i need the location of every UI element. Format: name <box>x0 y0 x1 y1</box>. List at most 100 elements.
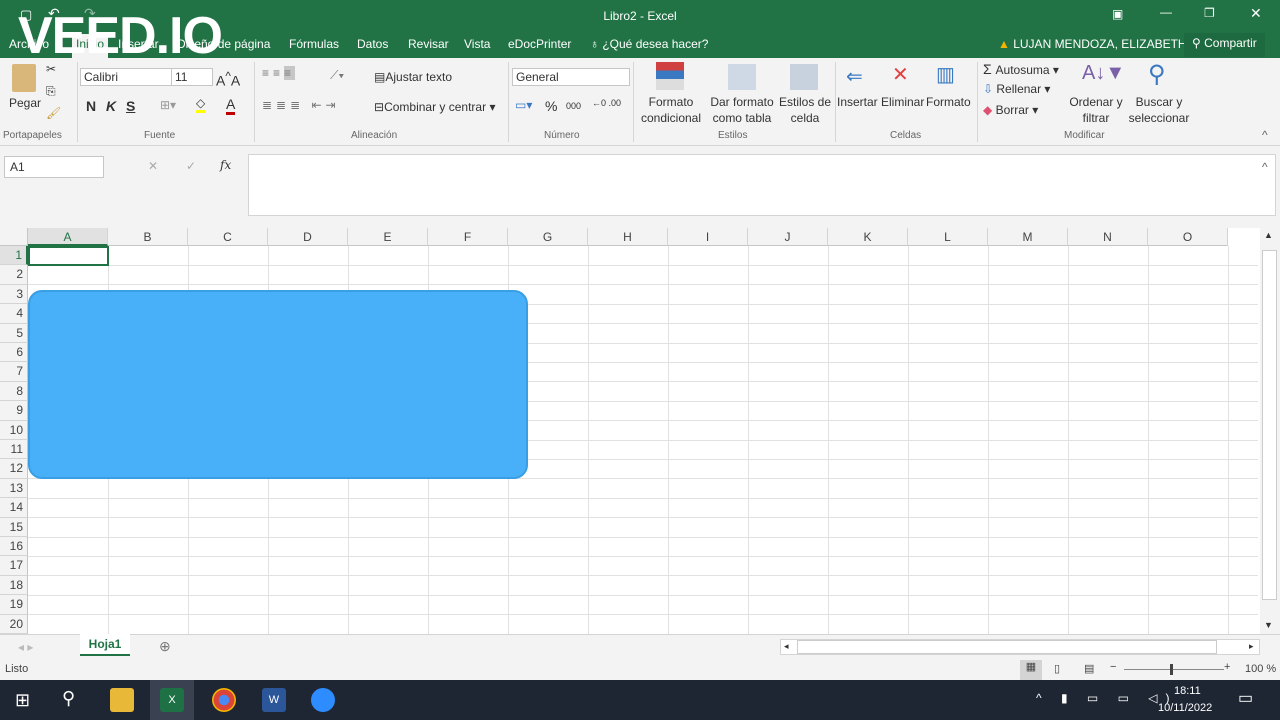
row-header[interactable]: 16 <box>0 537 28 557</box>
column-header[interactable]: O <box>1148 228 1228 246</box>
zoom-slider-thumb[interactable] <box>1170 664 1173 675</box>
conditional-format-button[interactable]: Formato condicional <box>636 94 706 126</box>
copy-icon[interactable]: ⎘ <box>46 84 56 99</box>
row-header[interactable]: 19 <box>0 595 28 615</box>
row-header[interactable]: 1 <box>0 246 28 266</box>
page-layout-icon[interactable]: ▯ <box>1054 662 1060 675</box>
cut-icon[interactable]: ✂ <box>46 62 56 76</box>
bold-button[interactable]: N <box>86 98 96 114</box>
number-format-select[interactable]: General <box>512 68 630 86</box>
maximize-button[interactable]: ❐ <box>1204 6 1215 20</box>
clock-time[interactable]: 18:11 <box>1174 685 1201 697</box>
sheet-tab-hoja1[interactable]: Hoja1 <box>80 634 130 656</box>
grow-font-icon[interactable]: A^A <box>216 70 240 89</box>
autosum-button[interactable]: Σ Autosuma ▾ <box>983 61 1059 77</box>
add-sheet-icon[interactable]: ⊕ <box>159 638 171 655</box>
file-explorer-icon[interactable] <box>110 688 134 712</box>
column-header[interactable]: L <box>908 228 988 246</box>
scroll-left-icon[interactable]: ◂ <box>784 641 789 652</box>
clear-button[interactable]: ◆ Borrar ▾ <box>983 103 1038 117</box>
tab-revisar[interactable]: Revisar <box>408 37 449 51</box>
row-header[interactable]: 17 <box>0 556 28 576</box>
column-header[interactable]: A <box>28 228 108 246</box>
fill-color-icon[interactable]: ◇ <box>196 96 206 113</box>
orientation-icon[interactable]: ⟋▾ <box>330 68 344 83</box>
format-button[interactable]: Formato <box>926 94 971 110</box>
cell-styles-button[interactable]: Estilos de celda <box>777 94 833 126</box>
collapse-ribbon-icon[interactable]: ^ <box>1262 128 1268 142</box>
windows-start-icon[interactable]: ⊞ <box>15 690 30 711</box>
horizontal-align-icons[interactable]: ≣≣≣ ⇤⇥ <box>262 98 340 112</box>
page-break-icon[interactable]: ▤ <box>1084 662 1094 675</box>
row-header[interactable]: 15 <box>0 517 28 537</box>
active-cell-a1[interactable] <box>28 246 109 266</box>
decimal-icons[interactable]: ←0 .00 <box>592 98 621 108</box>
scroll-thumb[interactable] <box>1262 250 1277 600</box>
tab-edocprinter[interactable]: eDocPrinter <box>508 37 571 51</box>
cancel-icon[interactable]: ✕ <box>148 159 158 173</box>
currency-icon[interactable]: ▭▾ <box>515 98 532 112</box>
row-header[interactable]: 9 <box>0 401 28 421</box>
notifications-icon[interactable]: ▭ <box>1238 688 1253 708</box>
zoom-out-button[interactable]: − <box>1110 661 1116 673</box>
sheet-nav-arrows[interactable]: ◂ ▸ <box>18 640 33 654</box>
scroll-down-icon[interactable]: ▼ <box>1264 620 1273 630</box>
format-as-table-button[interactable]: Dar formato como tabla <box>706 94 778 126</box>
wrap-text-button[interactable]: ▤Ajustar texto <box>374 70 452 84</box>
column-header[interactable]: F <box>428 228 508 246</box>
tab-formulas[interactable]: Fórmulas <box>289 37 339 51</box>
paste-button[interactable]: Pegar <box>9 96 41 110</box>
column-header[interactable]: B <box>108 228 188 246</box>
column-header[interactable]: D <box>268 228 348 246</box>
insert-function-button[interactable]: fx <box>220 158 231 172</box>
name-box[interactable]: A1 <box>4 156 104 178</box>
share-button[interactable]: ⚲ Compartir <box>1184 33 1265 57</box>
zoom-level[interactable]: 100 % <box>1245 663 1276 675</box>
row-header[interactable]: 3 <box>0 284 28 305</box>
column-header[interactable]: N <box>1068 228 1148 246</box>
system-tray-icons[interactable]: ^ ▮ ▭ ▭ ◁) <box>1036 691 1177 705</box>
close-button[interactable]: ✕ <box>1250 5 1262 22</box>
row-header[interactable]: 4 <box>0 304 28 324</box>
excel-icon[interactable]: X <box>160 688 184 712</box>
scroll-up-icon[interactable]: ▲ <box>1264 230 1273 240</box>
column-header[interactable]: E <box>348 228 428 246</box>
row-header[interactable]: 6 <box>0 343 28 363</box>
minimize-button[interactable]: — <box>1160 5 1172 19</box>
vertical-align-icons[interactable]: ≡≡≡ <box>262 66 296 80</box>
delete-button[interactable]: Eliminar <box>881 94 924 110</box>
scroll-thumb[interactable] <box>797 640 1217 654</box>
row-header[interactable]: 18 <box>0 575 28 596</box>
column-header[interactable]: M <box>988 228 1068 246</box>
column-header[interactable]: K <box>828 228 908 246</box>
row-header[interactable]: 13 <box>0 478 28 499</box>
percent-button[interactable]: % <box>545 98 557 114</box>
row-header[interactable]: 14 <box>0 498 28 518</box>
row-header[interactable]: 7 <box>0 362 28 382</box>
column-header[interactable]: H <box>588 228 668 246</box>
chrome-icon[interactable] <box>212 688 236 712</box>
borders-icon[interactable]: ⊞▾ <box>160 98 176 112</box>
row-header[interactable]: 5 <box>0 323 28 343</box>
row-header[interactable]: 10 <box>0 420 28 440</box>
tab-vista[interactable]: Vista <box>464 37 490 51</box>
font-name-select[interactable]: Calibri <box>80 68 172 86</box>
find-select-button[interactable]: Buscar y seleccionar <box>1124 94 1194 126</box>
format-painter-icon[interactable]: 🖌 <box>46 106 61 120</box>
row-header[interactable]: 11 <box>0 440 28 460</box>
zoom-in-button[interactable]: + <box>1224 661 1230 673</box>
paste-icon[interactable] <box>12 64 36 92</box>
zoom-slider[interactable] <box>1124 669 1224 670</box>
formula-input[interactable] <box>248 154 1276 216</box>
font-color-icon[interactable]: A <box>226 96 236 115</box>
normal-view-icon[interactable]: ▦ <box>1020 660 1042 680</box>
insert-button[interactable]: Insertar <box>837 94 878 110</box>
user-account[interactable]: ▲ LUJAN MENDOZA, ELIZABETH <box>998 37 1187 51</box>
ribbon-display-icon[interactable]: ▣ <box>1112 7 1123 21</box>
column-header[interactable]: G <box>508 228 588 246</box>
collapse-formula-icon[interactable]: ^ <box>1262 160 1268 174</box>
column-header[interactable]: C <box>188 228 268 246</box>
word-icon[interactable]: W <box>262 688 286 712</box>
search-icon[interactable]: ⚲ <box>62 688 75 709</box>
tell-me-search[interactable]: ♁ ¿Qué desea hacer? <box>590 37 708 51</box>
